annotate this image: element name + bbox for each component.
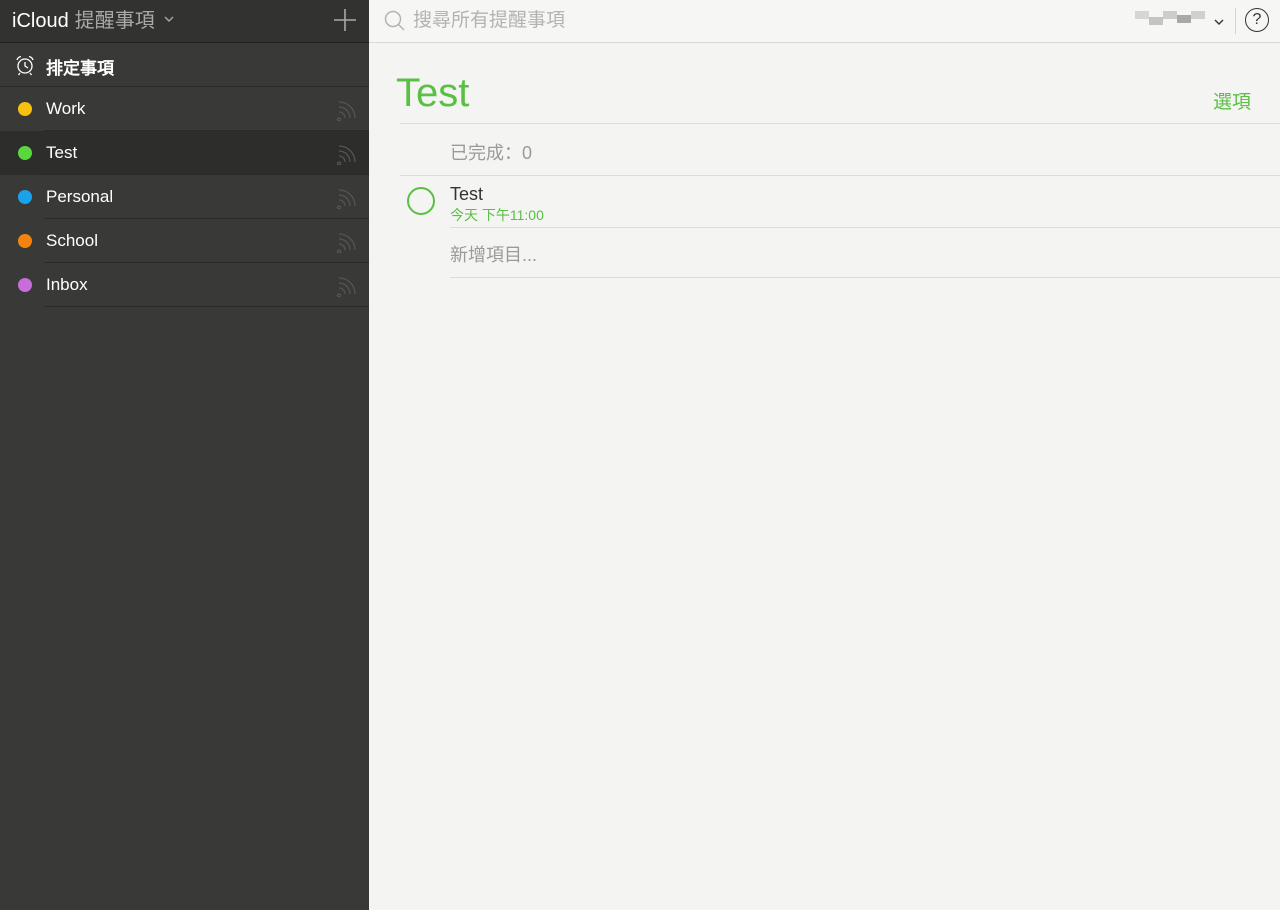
help-button[interactable]: ? — [1245, 8, 1269, 32]
avatar — [1149, 17, 1163, 25]
completed-count[interactable]: 已完成：0 — [450, 139, 532, 165]
avatar — [1177, 15, 1191, 23]
main-content: Test 選項 已完成：0 Test 今天 下午11:00 新增項目... — [369, 43, 1280, 910]
options-button[interactable]: 選項 — [1213, 87, 1251, 114]
sidebar-item-work[interactable]: Work — [0, 87, 369, 131]
list-color-dot — [18, 102, 32, 116]
avatar — [1163, 11, 1177, 19]
sidebar-item-label: Inbox — [46, 275, 88, 294]
avatar — [1135, 11, 1149, 19]
divider — [450, 277, 1280, 278]
account-menu-button[interactable] — [1135, 9, 1227, 33]
sidebar-item-label: 排定事項 — [46, 59, 114, 78]
sidebar-item-label: Work — [46, 99, 86, 118]
share-feed-icon[interactable] — [336, 275, 358, 297]
divider — [400, 123, 1280, 124]
search-input[interactable] — [413, 6, 913, 36]
divider — [450, 227, 1280, 228]
new-item-input[interactable]: 新增項目... — [450, 241, 537, 267]
sidebar-item-school[interactable]: School — [0, 219, 369, 263]
sidebar-item-personal[interactable]: Personal — [0, 175, 369, 219]
list-color-dot — [18, 234, 32, 248]
app-title[interactable]: iCloud 提醒事項 — [12, 8, 174, 34]
divider — [400, 175, 1280, 176]
chevron-down-icon — [1214, 19, 1224, 25]
divider — [44, 306, 369, 307]
divider — [1235, 8, 1236, 34]
complete-checkbox[interactable] — [407, 187, 435, 215]
search-icon — [384, 10, 405, 31]
share-feed-icon[interactable] — [336, 99, 358, 121]
share-feed-icon[interactable] — [336, 231, 358, 253]
sidebar-header: iCloud 提醒事項 — [0, 0, 369, 43]
task-title[interactable]: Test — [450, 184, 483, 205]
sidebar: iCloud 提醒事項 排定事項 Work Test Personal Scho… — [0, 0, 369, 910]
sidebar-item-label: Personal — [46, 187, 114, 206]
list-color-dot — [18, 278, 32, 292]
task-due-date: 今天 下午11:00 — [450, 207, 544, 223]
plus-icon[interactable] — [333, 8, 357, 32]
avatar — [1191, 11, 1205, 19]
share-feed-icon[interactable] — [336, 187, 358, 209]
app-name-label: 提醒事項 — [74, 10, 155, 32]
sidebar-item-scheduled[interactable]: 排定事項 — [0, 43, 369, 87]
sidebar-item-inbox[interactable]: Inbox — [0, 263, 369, 307]
chevron-down-icon — [164, 16, 174, 22]
list-color-dot — [18, 190, 32, 204]
sidebar-item-test[interactable]: Test — [0, 131, 369, 175]
page-title: Test — [396, 71, 470, 115]
list-color-dot — [18, 146, 32, 160]
share-feed-icon[interactable] — [336, 143, 358, 165]
top-bar: ? — [369, 0, 1280, 43]
sidebar-item-label: School — [46, 231, 98, 250]
brand-label: iCloud — [12, 10, 69, 32]
alarm-clock-icon — [16, 55, 34, 76]
sidebar-item-label: Test — [46, 143, 78, 162]
